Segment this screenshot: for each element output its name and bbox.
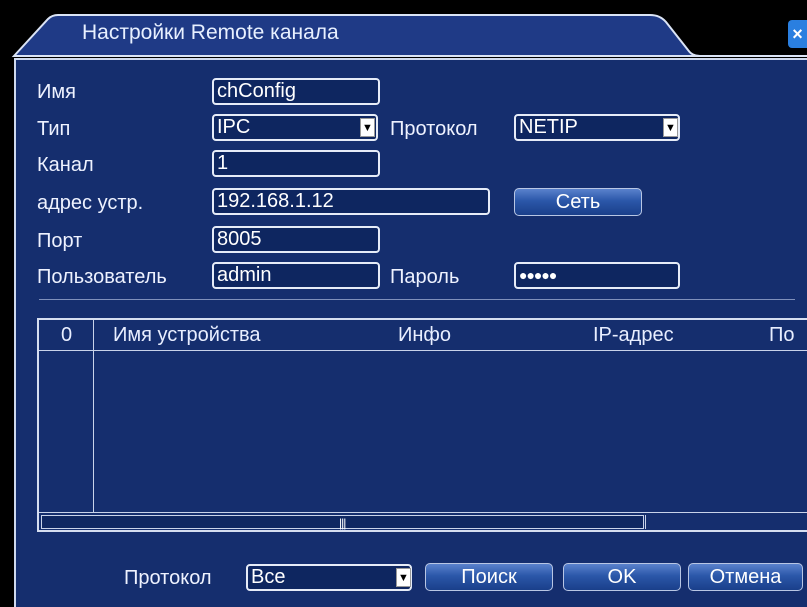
device-table[interactable]: 0 Имя устройства Инфо IP-адрес По |||	[37, 318, 807, 532]
scrollbar-track-divider	[645, 515, 646, 529]
type-value: IPC	[217, 116, 251, 138]
window-title: Настройки Remote канала	[82, 21, 339, 44]
footer-protocol-label: Протокол	[124, 567, 212, 589]
divider	[39, 299, 795, 300]
user-field[interactable]: admin	[212, 262, 380, 289]
network-button[interactable]: Сеть	[514, 188, 642, 216]
password-field[interactable]: ●●●●●	[514, 262, 680, 289]
scrollbar-thumb[interactable]: |||	[41, 515, 644, 529]
remote-channel-dialog: Настройки Remote канала × Имя chConfig Т…	[0, 0, 807, 607]
column-header-port[interactable]: По	[769, 324, 795, 346]
search-button[interactable]: Поиск	[425, 563, 553, 591]
column-divider	[93, 320, 94, 350]
column-header-info[interactable]: Инфо	[398, 324, 451, 346]
port-label: Порт	[37, 230, 83, 252]
close-icon[interactable]: ×	[788, 20, 807, 48]
index-column-divider	[93, 350, 94, 512]
protocol-label: Протокол	[390, 118, 478, 140]
horizontal-scrollbar[interactable]: |||	[39, 512, 807, 531]
protocol-dropdown-arrow-icon[interactable]: ▼	[663, 118, 678, 137]
footer-protocol-dropdown-arrow-icon[interactable]: ▼	[396, 568, 411, 587]
column-header-index[interactable]: 0	[61, 324, 72, 346]
password-label: Пароль	[390, 266, 460, 288]
port-field[interactable]: 8005	[212, 226, 380, 253]
name-field[interactable]: chConfig	[212, 78, 380, 105]
channel-field[interactable]: 1	[212, 150, 380, 177]
ok-button[interactable]: OK	[563, 563, 681, 591]
address-label: адрес устр.	[37, 192, 144, 214]
type-dropdown-arrow-icon[interactable]: ▼	[360, 118, 375, 137]
column-header-ip-address[interactable]: IP-адрес	[593, 324, 674, 346]
device-address-field[interactable]: 192.168.1.12	[212, 188, 490, 215]
type-label: Тип	[37, 118, 71, 140]
user-label: Пользователь	[37, 266, 167, 288]
column-header-device-name[interactable]: Имя устройства	[113, 324, 261, 346]
scrollbar-grip-icon: |||	[339, 516, 346, 530]
type-select[interactable]: IPC	[212, 114, 378, 141]
cancel-button[interactable]: Отмена	[688, 563, 803, 591]
protocol-select[interactable]: NETIP	[514, 114, 680, 141]
name-label: Имя	[37, 81, 76, 103]
footer-protocol-value: Все	[251, 566, 286, 588]
protocol-value: NETIP	[519, 116, 578, 138]
footer-protocol-select[interactable]: Все	[246, 564, 412, 591]
channel-label: Канал	[37, 154, 94, 176]
table-header: 0 Имя устройства Инфо IP-адрес По	[39, 320, 807, 351]
